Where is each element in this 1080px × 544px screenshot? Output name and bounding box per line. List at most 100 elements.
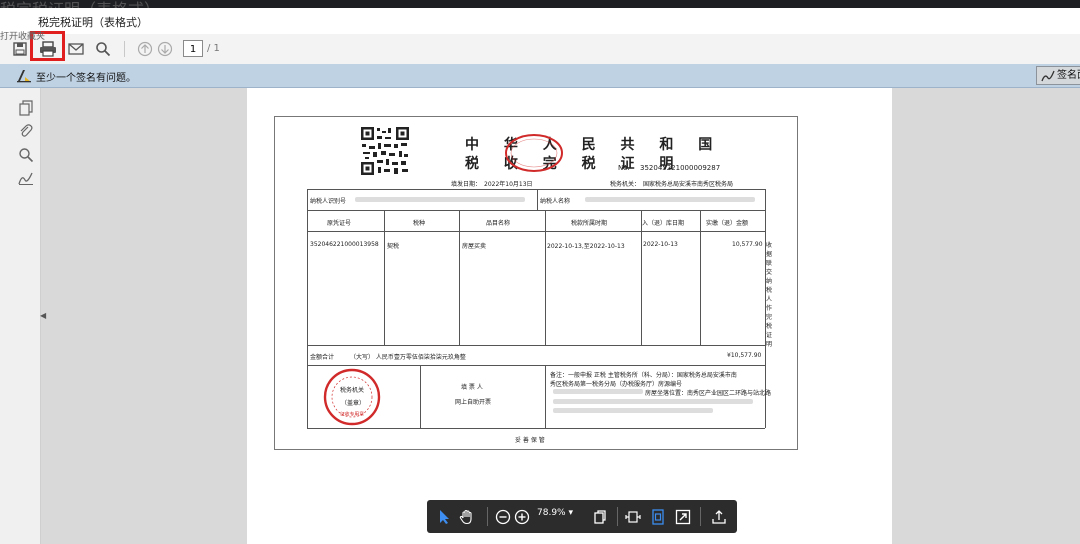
signature-message: 至少一个签名有问题。 [36, 73, 136, 84]
zoom-dropdown-icon: ▾ [568, 508, 573, 518]
row-date: 2022-10-13 [643, 241, 678, 248]
table-top-line [307, 189, 765, 190]
share-button[interactable] [710, 508, 728, 526]
collapse-panel-arrow[interactable]: ◀ [40, 311, 46, 320]
floating-separator [700, 507, 701, 526]
zoom-in-button[interactable] [513, 508, 531, 526]
hand-tool-button[interactable] [458, 508, 476, 526]
single-page-button[interactable] [591, 508, 609, 526]
save-button[interactable] [10, 39, 30, 59]
page-total: / 1 [207, 43, 220, 54]
table-col-line [537, 189, 538, 210]
hand-icon [459, 509, 472, 525]
filler-value: 网上自助开票 [455, 399, 492, 406]
window-top-strip [0, 0, 1080, 8]
table-col-line [384, 210, 385, 345]
total-value: ¥10,577.90 [727, 352, 762, 359]
stamp-sub: （盖章） [341, 400, 366, 407]
fullscreen-icon [675, 509, 691, 525]
taxpayer-name-label: 纳税人名称 [540, 198, 571, 205]
certificate-no-label: No. [618, 164, 630, 172]
remark-line2: 秀区税务局第一税务分局（办税服务厅）房源编号 [550, 381, 683, 388]
table-col-line [545, 365, 546, 428]
signature-warning-icon [17, 70, 31, 83]
table-line [307, 231, 765, 232]
save-icon [13, 42, 27, 56]
main-toolbar: 1 / 1 [0, 31, 1080, 65]
fit-page-button[interactable] [649, 508, 667, 526]
header-period: 税款所属时期 [571, 220, 608, 227]
table-line [307, 345, 765, 346]
fit-width-icon [625, 511, 641, 523]
signature-warning-bar: 至少一个签名有问题。 签名面板 [0, 64, 1080, 88]
zoom-out-button[interactable] [494, 508, 512, 526]
search-icon [96, 42, 111, 57]
certificate-no-value: 352045221000009287 [640, 164, 721, 172]
attachment-icon[interactable] [18, 123, 34, 139]
zoom-out-icon [495, 509, 511, 525]
pages-icon[interactable] [18, 100, 34, 116]
table-col-line [641, 210, 642, 345]
title-bar: 税完税证明（表格式） [0, 8, 1080, 34]
table-col-line [459, 210, 460, 345]
search-button[interactable] [93, 39, 113, 59]
stamp-text: 税务机关 [340, 387, 365, 394]
zoom-level[interactable]: 78.9% ▾ [537, 508, 573, 518]
toolbar-separator [124, 41, 125, 57]
remark-line1: 备注：一般申报 正税 主管税务所（科、分局）：国家税务总局安溪市南 [550, 372, 737, 379]
row-tax-type: 契税 [387, 243, 400, 250]
table-left-border [307, 189, 308, 428]
signatures-icon[interactable] [18, 170, 34, 186]
fill-date: 填发日期： 2022年10月13日 [451, 181, 533, 188]
row-voucher: 352046221000013958 [310, 241, 379, 248]
window-title: 税完税证明（表格式） [38, 16, 148, 29]
mail-icon [68, 43, 84, 55]
mail-button[interactable] [66, 39, 86, 59]
zoom-in-icon [514, 509, 530, 525]
pointer-icon [440, 510, 449, 524]
table-line [307, 365, 765, 366]
tax-authority: 税务机关： 国家税务总局安溪市南秀区税务局 [610, 181, 734, 188]
page-number-input[interactable]: 1 [183, 40, 203, 57]
redacted-remark [553, 408, 713, 413]
up-arrow-icon [137, 41, 153, 57]
favorites-tooltip: 打开收藏夹 [0, 32, 46, 42]
remark-line3: 房屋坐落位置：南秀区产业园区二环路与站北路 [645, 390, 772, 397]
fullscreen-button[interactable] [674, 508, 692, 526]
previous-page-button[interactable] [135, 39, 155, 59]
table-line [307, 210, 765, 211]
table-col-line [545, 210, 546, 345]
select-tool-button[interactable] [435, 508, 453, 526]
tax-certificate: 中 华 人 民 共 和 国 税 收 完 税 证 明 No. 3520452210… [274, 116, 798, 450]
row-period: 2022-10-13,至2022-10-13 [547, 243, 625, 250]
header-item: 品目名称 [486, 220, 511, 227]
round-stamp-icon [323, 368, 381, 426]
signature-pen-icon [1041, 70, 1055, 82]
redacted-taxpayer-id [355, 197, 525, 202]
fit-width-button[interactable] [624, 508, 642, 526]
find-icon[interactable] [18, 147, 34, 163]
header-date: 入（退）库日期 [642, 220, 685, 227]
floating-page-toolbar: 78.9% ▾ [427, 500, 737, 533]
redacted-taxpayer-name [585, 197, 755, 202]
share-icon [712, 510, 726, 524]
total-label: 金额合计 [310, 354, 335, 361]
header-voucher: 原凭证号 [327, 220, 352, 227]
redacted-remark [553, 389, 643, 394]
page-icon [594, 510, 606, 524]
signature-panel-button[interactable]: 签名面板 [1036, 66, 1080, 85]
fit-page-icon [652, 509, 664, 525]
taxpayer-id-label: 纳税人识别号 [310, 198, 347, 205]
oval-seal-icon [505, 134, 563, 172]
next-page-button[interactable] [155, 39, 175, 59]
row-amount: 10,577.90 [732, 241, 763, 248]
table-col-line [700, 210, 701, 345]
table-bottom-line [307, 428, 765, 429]
header-amount: 实缴（退）金额 [706, 220, 749, 227]
zoom-value: 78.9% [537, 508, 566, 518]
redacted-remark [553, 399, 753, 404]
floating-separator [617, 507, 618, 526]
qr-code [360, 126, 410, 176]
signature-panel-label: 签名面板 [1057, 70, 1080, 81]
certificate-footer: 妥 善 保 管 [515, 437, 545, 444]
